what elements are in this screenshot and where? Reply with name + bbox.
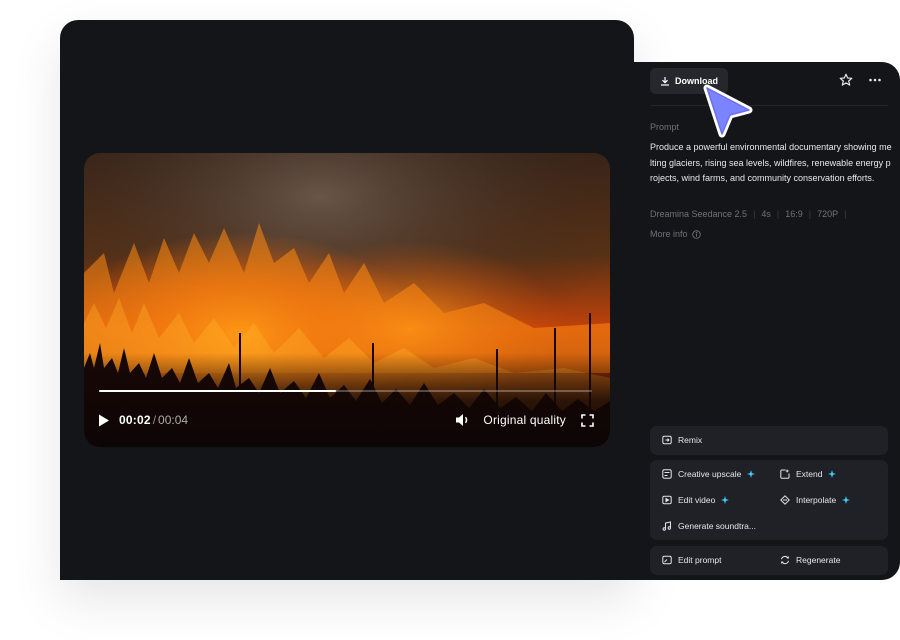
- tools-card: Creative upscale Extend Edit video Inter…: [650, 460, 888, 540]
- sparkle-icon: [747, 470, 756, 478]
- video-player[interactable]: 00:02 / 00:04 Original quality: [84, 153, 610, 447]
- meta-divider: |: [844, 209, 847, 219]
- time-separator: /: [152, 413, 157, 427]
- meta-model: Dreamina Seedance 2.5: [650, 209, 748, 219]
- regenerate-label: Regenerate: [796, 555, 841, 565]
- edit-prompt-icon: [662, 555, 672, 565]
- fullscreen-icon[interactable]: [581, 413, 594, 427]
- music-note-icon: [662, 521, 672, 531]
- generation-meta: Dreamina Seedance 2.5 | 4s | 16:9 | 720P…: [650, 209, 847, 219]
- prompt-label: Prompt: [650, 122, 680, 132]
- extend-icon: [780, 469, 790, 479]
- video-frame-wildfire: [84, 153, 610, 447]
- edit-prompt-label: Edit prompt: [678, 555, 722, 565]
- interpolate-icon: [780, 495, 790, 505]
- remix-card: Remix: [650, 426, 888, 455]
- prompt-actions-card: Edit prompt Regenerate: [650, 546, 888, 575]
- meta-divider: |: [808, 209, 812, 219]
- remix-button[interactable]: Remix: [662, 435, 702, 445]
- sparkle-icon: [828, 470, 837, 478]
- details-panel: Download Prompt Produce a powerful envir…: [634, 62, 900, 580]
- progress-track[interactable]: [99, 390, 592, 392]
- edit-video-icon: [662, 495, 672, 505]
- more-info-link[interactable]: More info: [650, 229, 701, 239]
- edit-video-button[interactable]: Edit video: [662, 495, 730, 505]
- interpolate-label: Interpolate: [796, 495, 837, 505]
- regenerate-button[interactable]: Regenerate: [780, 555, 840, 565]
- time-current: 00:02: [119, 413, 151, 427]
- play-icon[interactable]: [98, 414, 110, 427]
- meta-ratio: 16:9: [785, 209, 803, 219]
- creative-upscale-label: Creative upscale: [678, 469, 742, 479]
- extend-button[interactable]: Extend: [780, 469, 837, 479]
- player-controls: 00:02 / 00:04 Original quality: [98, 411, 594, 429]
- remix-label: Remix: [678, 435, 703, 445]
- extend-label: Extend: [796, 469, 823, 479]
- progress-fill: [99, 390, 336, 392]
- prompt-text: Produce a powerful environmental documen…: [650, 142, 892, 184]
- star-icon[interactable]: [839, 73, 853, 87]
- meta-duration: 4s: [761, 209, 771, 219]
- download-icon: [661, 77, 669, 86]
- cursor-pointer-icon: [703, 84, 753, 138]
- creative-upscale-button[interactable]: Creative upscale: [662, 469, 756, 479]
- meta-divider: |: [753, 209, 756, 219]
- volume-icon[interactable]: [455, 413, 471, 427]
- upscale-icon: [662, 469, 672, 479]
- meta-resolution: 720P: [817, 209, 839, 219]
- more-info-label: More info: [650, 229, 688, 239]
- remix-icon: [662, 435, 672, 445]
- info-icon: [691, 229, 701, 239]
- sparkle-icon: [842, 496, 851, 504]
- time-total: 00:04: [158, 413, 189, 427]
- quality-selector[interactable]: Original quality: [483, 413, 566, 427]
- generate-soundtrack-button[interactable]: Generate soundtra...: [662, 521, 756, 531]
- regenerate-icon: [781, 555, 789, 565]
- more-options-icon[interactable]: [868, 73, 882, 87]
- meta-divider: |: [776, 209, 780, 219]
- generate-soundtrack-label: Generate soundtra...: [678, 521, 756, 531]
- header-divider: [650, 105, 888, 106]
- sparkle-icon: [721, 496, 730, 504]
- edit-prompt-button[interactable]: Edit prompt: [662, 555, 721, 565]
- interpolate-button[interactable]: Interpolate: [780, 495, 851, 505]
- edit-video-label: Edit video: [678, 495, 716, 505]
